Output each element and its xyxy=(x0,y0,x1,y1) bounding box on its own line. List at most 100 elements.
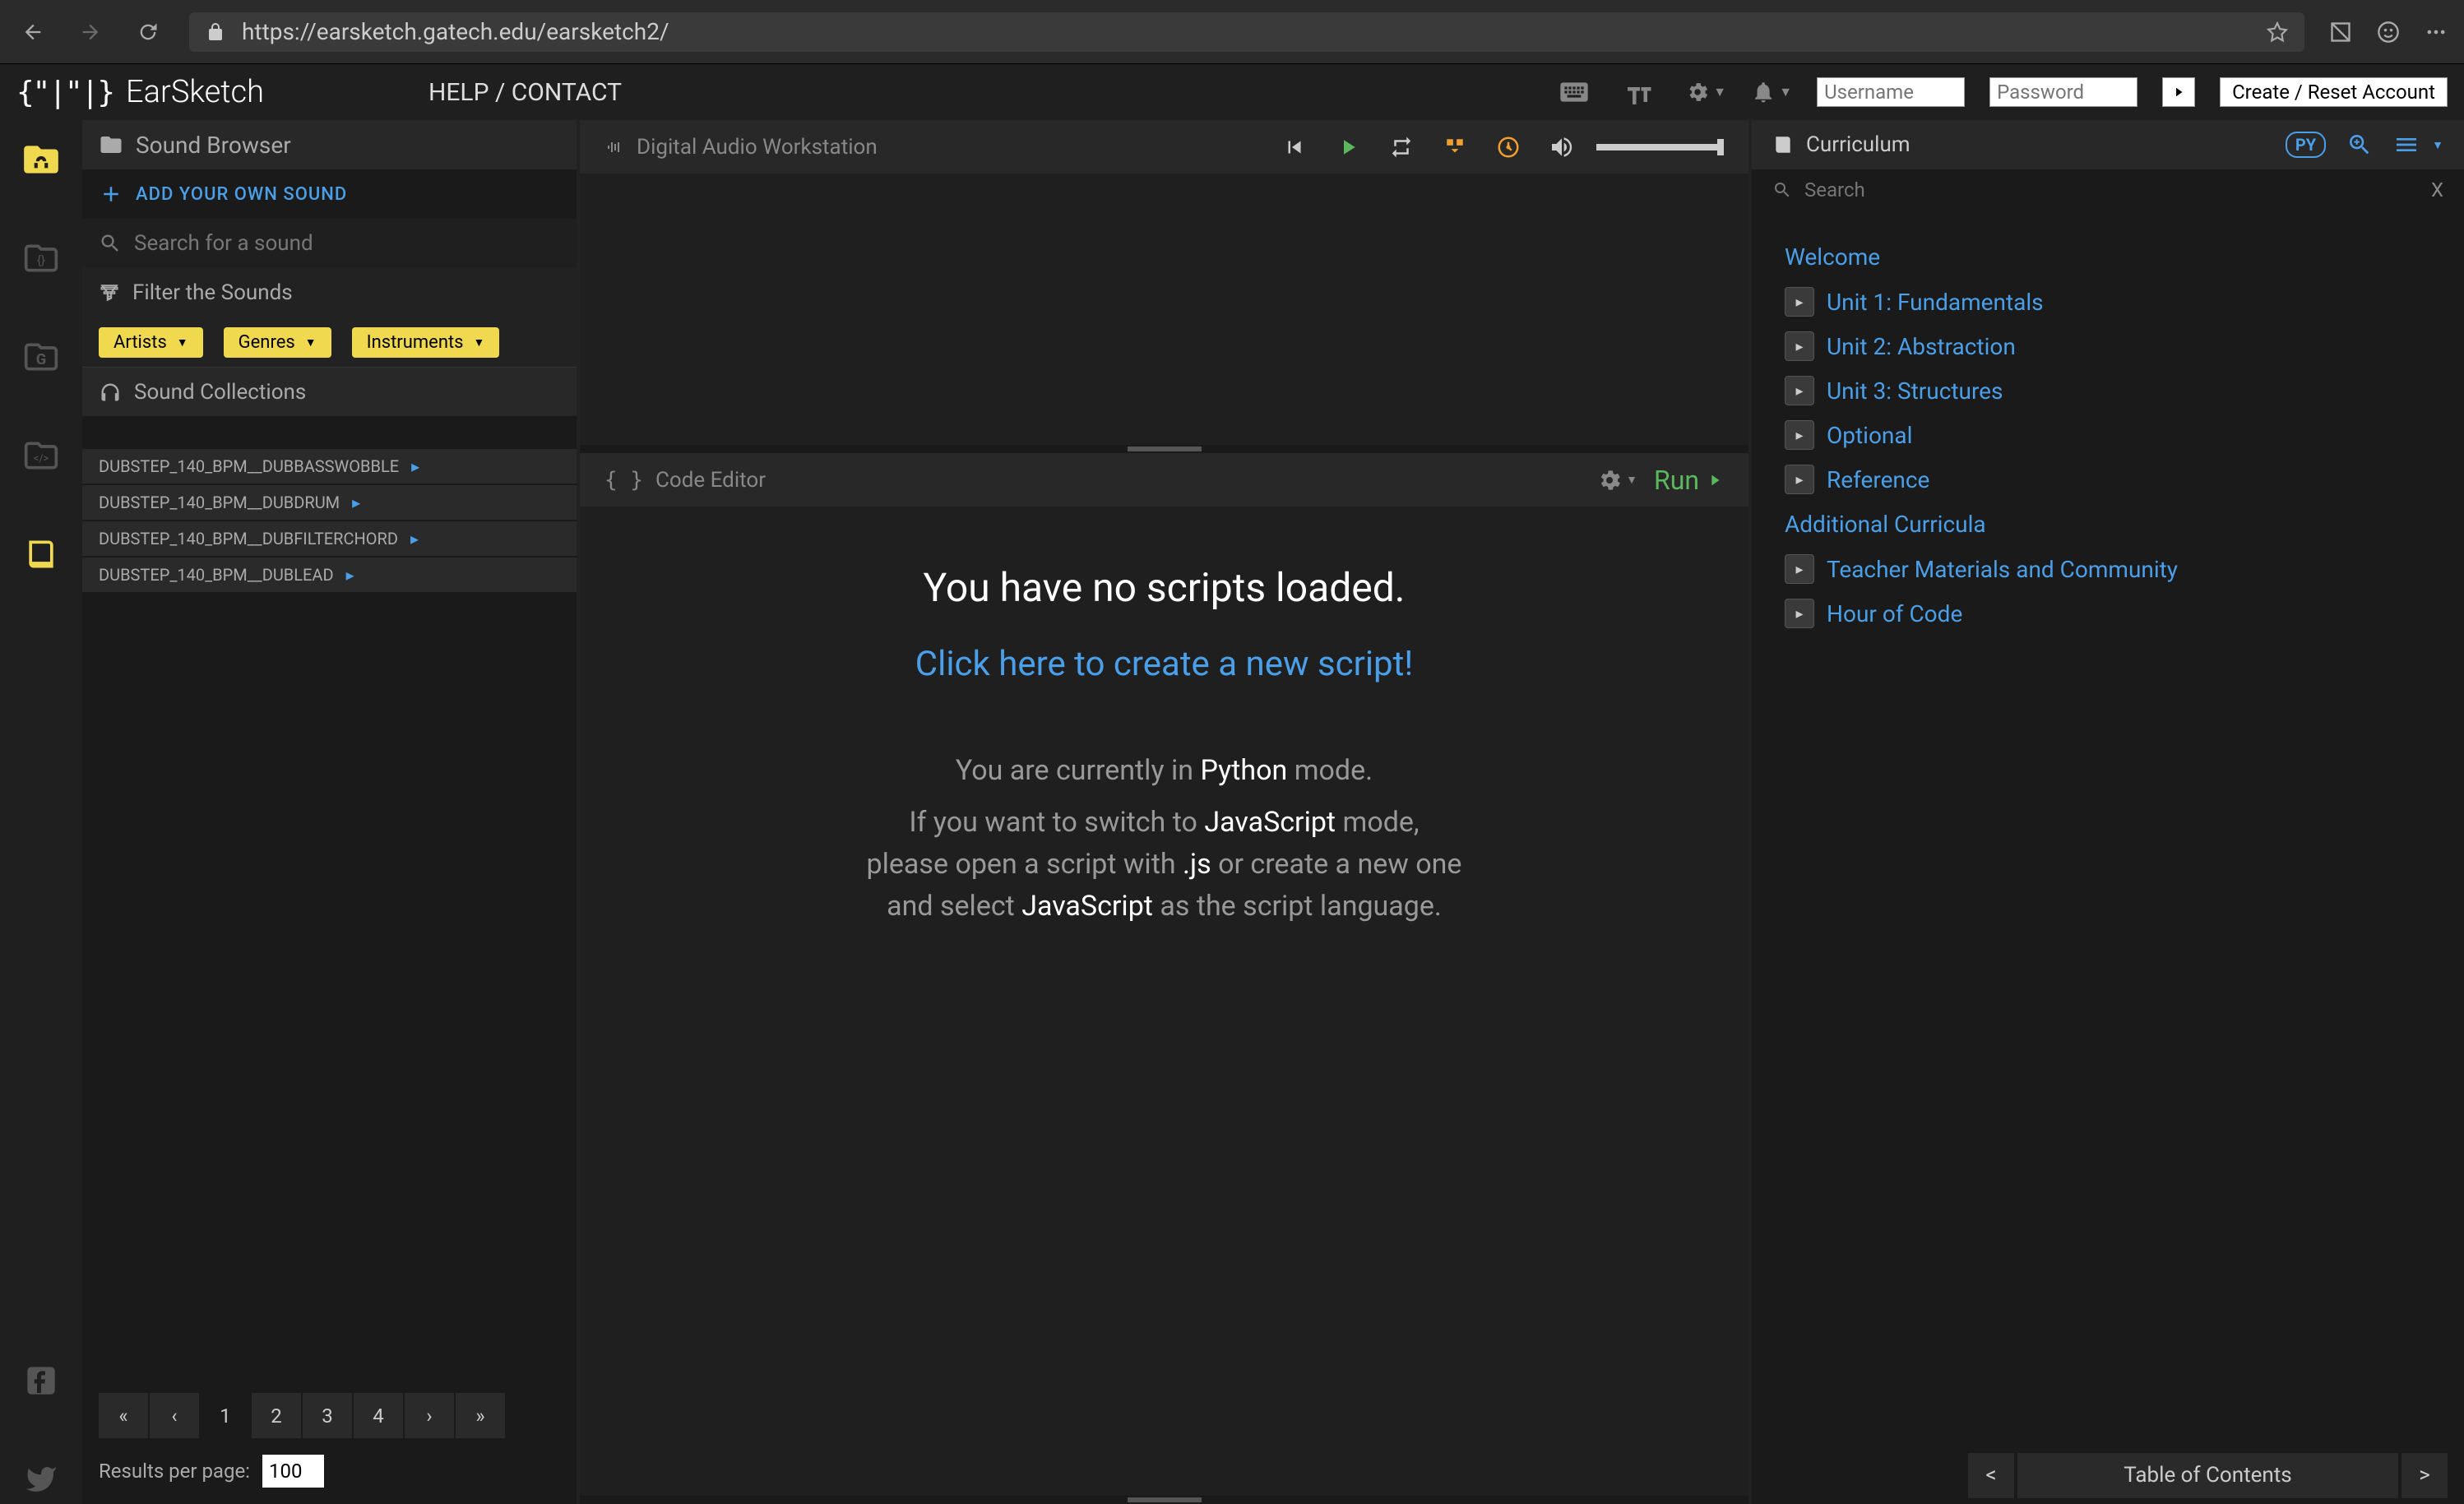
svg-text:</>: </> xyxy=(34,452,49,465)
rail-curriculum-icon[interactable] xyxy=(16,530,66,579)
rewind-button[interactable] xyxy=(1276,128,1313,165)
toc-button[interactable]: Table of Contents xyxy=(2017,1453,2398,1498)
search-icon xyxy=(99,232,122,255)
page-3[interactable]: 3 xyxy=(303,1393,352,1438)
filter-instruments[interactable]: Instruments▼ xyxy=(352,327,500,358)
audio-bars-icon xyxy=(604,137,624,157)
curriculum-search-close[interactable]: X xyxy=(2431,178,2443,201)
curriculum-search-input[interactable] xyxy=(1804,178,2419,201)
password-field[interactable] xyxy=(1989,77,2137,107)
rail-sounds-icon[interactable] xyxy=(16,135,66,184)
curriculum-additional-item[interactable]: ▸Teacher Materials and Community xyxy=(1785,554,2431,584)
blocks-button[interactable] xyxy=(1436,128,1473,165)
language-badge[interactable]: PY xyxy=(2286,132,2326,158)
page-4[interactable]: 4 xyxy=(354,1393,403,1438)
results-per-page-input[interactable] xyxy=(262,1455,324,1488)
play-button[interactable] xyxy=(1329,128,1366,165)
login-submit-button[interactable] xyxy=(2162,77,2195,107)
toc-prev-button[interactable]: < xyxy=(1968,1453,2014,1498)
filter-pills-row: Artists▼ Genres▼ Instruments▼ xyxy=(82,317,577,367)
help-contact-link[interactable]: HELP / CONTACT xyxy=(428,78,622,107)
text-size-icon[interactable] xyxy=(1619,72,1660,113)
create-account-button[interactable]: Create / Reset Account xyxy=(2220,77,2448,107)
more-icon[interactable] xyxy=(2425,21,2448,44)
curriculum-additional-item[interactable]: ▸Hour of Code xyxy=(1785,599,2431,628)
twitter-icon[interactable] xyxy=(16,1455,66,1504)
page-prev[interactable]: ‹ xyxy=(150,1393,199,1438)
smiley-icon[interactable] xyxy=(2377,21,2400,44)
facebook-icon[interactable] xyxy=(16,1356,66,1405)
sound-list: DUBSTEP_140_BPM__DUBBASSWOBBLE▸ DUBSTEP_… xyxy=(82,416,577,1377)
metronome-button[interactable] xyxy=(1489,128,1526,165)
menu-icon[interactable] xyxy=(2393,132,2420,158)
page-last[interactable]: » xyxy=(456,1393,505,1438)
curriculum-unit[interactable]: ▸Unit 3: Structures xyxy=(1785,376,2431,405)
keyboard-icon[interactable] xyxy=(1554,72,1595,113)
sound-item[interactable]: DUBSTEP_140_BPM__DUBLEAD▸ xyxy=(82,558,577,592)
folder-icon xyxy=(99,132,123,157)
curriculum-footer: < Table of Contents > xyxy=(1752,1446,2464,1504)
filter-header: Filter the Sounds xyxy=(82,268,577,317)
curriculum-unit[interactable]: ▸Unit 2: Abstraction xyxy=(1785,331,2431,361)
toc-next-button[interactable]: > xyxy=(2401,1453,2448,1498)
run-button[interactable]: Run xyxy=(1654,465,1724,496)
back-button[interactable] xyxy=(16,16,49,49)
filter-artists[interactable]: Artists▼ xyxy=(99,327,203,358)
results-per-page: Results per page: xyxy=(99,1455,560,1488)
curriculum-search: X xyxy=(1752,169,2464,211)
page-next[interactable]: › xyxy=(405,1393,454,1438)
sound-item[interactable]: DUBSTEP_140_BPM__DUBDRUM▸ xyxy=(82,485,577,520)
forward-button[interactable] xyxy=(74,16,107,49)
curriculum-unit[interactable]: ▸Optional xyxy=(1785,420,2431,450)
headphones-icon xyxy=(99,381,122,404)
mode-text: You are currently in Python mode. xyxy=(956,750,1373,792)
search-placeholder: Search for a sound xyxy=(134,231,313,256)
rail-shared-icon[interactable]: G xyxy=(16,332,66,382)
curriculum-header: Curriculum PY ▼ xyxy=(1752,120,2464,169)
app-logo[interactable]: {"|"|} EarSketch xyxy=(16,74,264,110)
volume-slider[interactable] xyxy=(1596,144,1724,150)
settings-icon[interactable]: ▼ xyxy=(1685,72,1726,113)
sound-search-row[interactable]: Search for a sound xyxy=(82,219,577,268)
lock-icon xyxy=(206,22,225,42)
username-field[interactable] xyxy=(1817,77,1965,107)
daw-timeline xyxy=(580,174,1748,445)
volume-button[interactable] xyxy=(1543,128,1580,165)
editor-settings-icon[interactable]: ▼ xyxy=(1596,460,1637,501)
notifications-icon[interactable]: ▼ xyxy=(1751,72,1792,113)
reload-button[interactable] xyxy=(132,16,164,49)
page-1[interactable]: 1 xyxy=(201,1393,250,1438)
sound-browser-title: Sound Browser xyxy=(136,132,291,159)
create-script-link[interactable]: Click here to create a new script! xyxy=(915,644,1413,684)
filter-genres[interactable]: Genres▼ xyxy=(224,327,331,358)
curriculum-welcome[interactable]: Welcome xyxy=(1785,243,2431,271)
chevron-right-icon: ▸ xyxy=(352,493,360,512)
chevron-right-icon: ▸ xyxy=(410,529,419,548)
extension-icon[interactable] xyxy=(2329,21,2352,44)
expand-icon: ▸ xyxy=(1785,287,1814,317)
switch-text-2: please open a script with .js or create … xyxy=(867,844,1462,886)
star-icon[interactable] xyxy=(2267,21,2288,43)
switch-text-1: If you want to switch to JavaScript mode… xyxy=(909,802,1419,844)
page-first[interactable]: « xyxy=(99,1393,148,1438)
app-header: {"|"|} EarSketch HELP / CONTACT ▼ ▼ Crea… xyxy=(0,64,2464,120)
rail-api-icon[interactable]: </> xyxy=(16,431,66,480)
sound-item[interactable]: DUBSTEP_140_BPM__DUBFILTERCHORD▸ xyxy=(82,521,577,556)
chevron-right-icon: ▸ xyxy=(411,456,419,476)
expand-icon: ▸ xyxy=(1785,554,1814,584)
add-own-sound-button[interactable]: ADD YOUR OWN SOUND xyxy=(82,169,577,219)
curriculum-unit[interactable]: ▸Unit 1: Fundamentals xyxy=(1785,287,2431,317)
sound-item[interactable]: DUBSTEP_140_BPM__DUBBASSWOBBLE▸ xyxy=(82,449,577,484)
pagination: « ‹ 1 2 3 4 › » xyxy=(99,1393,560,1438)
loop-button[interactable] xyxy=(1383,128,1420,165)
daw-editor-splitter[interactable] xyxy=(580,445,1748,453)
curriculum-unit[interactable]: ▸Reference xyxy=(1785,465,2431,494)
page-2[interactable]: 2 xyxy=(252,1393,301,1438)
expand-icon: ▸ xyxy=(1785,420,1814,450)
editor-bottom-splitter[interactable] xyxy=(580,1496,1748,1504)
browser-icons xyxy=(2329,21,2448,44)
zoom-icon[interactable] xyxy=(2346,132,2373,158)
url-bar[interactable]: https://earsketch.gatech.edu/earsketch2/ xyxy=(189,12,2304,52)
editor-content: You have no scripts loaded. Click here t… xyxy=(580,507,1748,1496)
rail-scripts-icon[interactable]: {} xyxy=(16,234,66,283)
